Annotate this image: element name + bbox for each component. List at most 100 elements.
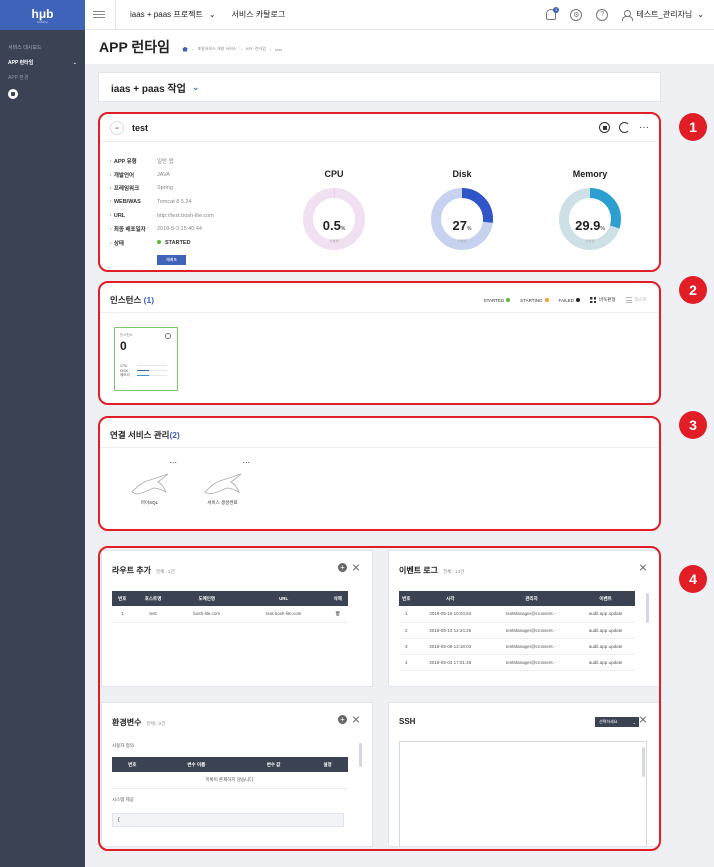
service-item[interactable]: ... 마이SQL [122,456,177,506]
services-title: 연결 서비스 관리(2) [110,430,180,440]
scrollbar[interactable] [642,747,645,777]
add-icon[interactable]: + [338,563,347,572]
refresh-icon[interactable] [619,122,630,133]
status-dot [157,239,161,244]
settings-icon[interactable] [165,333,171,339]
ssh-terminal[interactable] [399,741,647,846]
env-table: 번호 변수 이름 변수 값 설정 목록이 존재하지 않습니다. [112,757,348,789]
bell-icon[interactable]: 1 [546,7,560,20]
page-title: APP 런타임 [99,39,171,55]
table-row: 1 2018-05-16 10:04:54 testManager@crossent… [399,606,635,623]
marker-1: 1 [679,113,707,141]
list-icon [625,297,632,303]
sidebar-item-dashboard[interactable]: 서비스 대시보드 [0,40,85,55]
instance-bar-memory: 메모리 [120,373,172,378]
gauge-value: 0.5% [322,218,346,233]
instances-card: 인스턴스 (1) STARTED STARTING FAILED 바둑판형 리스… [98,281,661,405]
info-key: WEB/WAS [110,199,157,205]
gauge-title: Disk [452,169,472,179]
mysql-dolphin-icon [203,473,241,495]
brand-logo[interactable]: hμb HubPop [0,0,85,30]
legend-dot [576,298,581,302]
sidebar-item-label: APP 환경 [8,75,29,81]
instance-select[interactable]: 선택하세요 ⌄ [595,717,639,727]
restart-button[interactable]: 재배포 [157,255,186,265]
info-key: 상태 [110,239,157,247]
logout-icon[interactable] [8,89,18,99]
menu-icon[interactable] [93,11,105,18]
service-name: 서비스 생성완료 [207,500,238,505]
table-row: 4 2018-05-03 17:01:48 testManager@crossent… [399,654,635,671]
table-row: 3 2018-05-08 13:18:03 testManager@crossent… [399,638,635,655]
chevron-down-icon: ⌄ [72,59,77,66]
expand-icon[interactable] [352,564,360,572]
expand-icon[interactable] [639,563,647,571]
events-panel: 이벤트 로그 전체 : 13건 번호 시각 관리자 이벤트 1 2018-05-16… [388,550,660,687]
info-value: 일반 앱 [157,158,174,165]
sidebar-item-app-runtime[interactable]: APP 런타임 ⌄ [0,55,85,70]
column-header: 삭제 [327,591,348,606]
legend-dot [506,298,511,302]
user-defined-label: 사용자 정의 [112,743,134,748]
gauge-sub: 사용량 [329,239,339,243]
service-catalog-link[interactable]: 서비스 카탈로그 [232,9,286,20]
gear-icon[interactable]: ⚙ [570,8,583,21]
sidebar-item-label: 서비스 대시보드 [8,45,42,51]
java-icon: ☕ [110,120,124,135]
more-icon[interactable]: ... [169,456,177,465]
scrollbar[interactable] [646,593,649,623]
scrollbar[interactable] [359,743,362,767]
user-icon [622,9,634,21]
column-header: 설정 [307,757,348,772]
more-icon[interactable]: ··· [639,122,649,132]
project-select[interactable]: iaas + paas 프로젝트 ⌄ [130,9,216,20]
env-title: 환경변수 전체 : 0건 [112,718,166,727]
chevron-down-icon: ⌄ [191,81,200,92]
column-header: 도메인명 [173,591,240,606]
services-card: 연결 서비스 관리(2) ... 마이SQL ... 서비스 생성완료 [98,416,661,531]
more-icon[interactable]: ... [242,456,250,465]
column-header: 관리자 [486,591,577,606]
column-header: URL [239,591,328,606]
breadcrumb-item[interactable]: 포탈서비스 개발 서비스 [197,46,236,52]
page-header: APP 런타임 › 포탈서비스 개발 서비스 › APP 런타임 › test [85,30,714,64]
table-row: 2 2018-05-14 12:24:25 testManager@crossent… [399,622,635,639]
logo-subtext: HubPop [37,19,48,24]
column-header: 변수 이름 [152,757,241,772]
legend-started: STARTED [484,298,511,303]
user-menu[interactable]: 테스트_관리자님 ⌄ [622,9,704,21]
project-card[interactable]: iaas + paas 작업 ⌄ [98,72,661,102]
app-overview-card: ☕ test ··· APP 유형일반 앱 개발언어JAVA 프레임워크Spri… [98,112,661,272]
gauge-title: CPU [324,169,344,179]
sidebar-item-label: APP 런타임 [8,60,34,66]
sidebar: hμb HubPop 서비스 대시보드 APP 런타임 ⌄ APP 환경 [0,0,85,867]
trash-icon[interactable]: 🗑 [327,606,348,623]
home-icon[interactable] [182,46,189,52]
mysql-dolphin-icon [130,473,168,495]
marker-4: 4 [679,565,707,593]
expand-icon[interactable] [639,715,647,723]
logo-text: hμb [31,6,54,21]
expand-icon[interactable] [352,716,360,724]
stop-icon[interactable] [599,122,610,133]
main-content: iaas + paas 작업 ⌄ ☕ test ··· APP 유형일반 앱 개… [85,64,673,867]
top-bar: iaas + paas 프로젝트 ⌄ 서비스 카탈로그 1 ⚙ ? 테스트_관리… [85,0,714,30]
user-name: 테스트_관리자님 [636,10,693,19]
chevron-down-icon: ⌄ [208,10,216,19]
info-value: 2018-5-3 15:40:44 [157,226,202,233]
help-icon[interactable]: ? [596,8,609,21]
routes-table: 번호 호스트명 도메인명 URL 삭제 1 test bosh-lite.com… [112,591,348,623]
service-item[interactable]: ... 서비스 생성완료 [195,456,250,506]
info-value: Spring [157,185,173,192]
instance-tile[interactable]: 인스턴스 0 CPU DISK 메모리 [114,327,178,391]
routes-panel: 라우트 추가 전체 : 1건 + 번호 호스트명 도메인명 URL 삭제 1 te… [101,550,373,687]
view-list-toggle[interactable]: 리스트 [625,297,647,303]
add-icon[interactable]: + [338,715,347,724]
info-value[interactable]: http://test.bosh-lite.com [157,213,214,219]
view-grid-toggle[interactable]: 바둑판형 [590,297,616,303]
breadcrumb-item[interactable]: APP 런타임 [246,46,266,52]
sidebar-item-app-env[interactable]: APP 환경 [0,70,85,85]
events-table: 번호 시각 관리자 이벤트 1 2018-05-16 10:04:54 testMa… [399,591,635,671]
legend-dot [544,298,549,302]
events-title: 이벤트 로그 전체 : 13건 [399,566,465,575]
